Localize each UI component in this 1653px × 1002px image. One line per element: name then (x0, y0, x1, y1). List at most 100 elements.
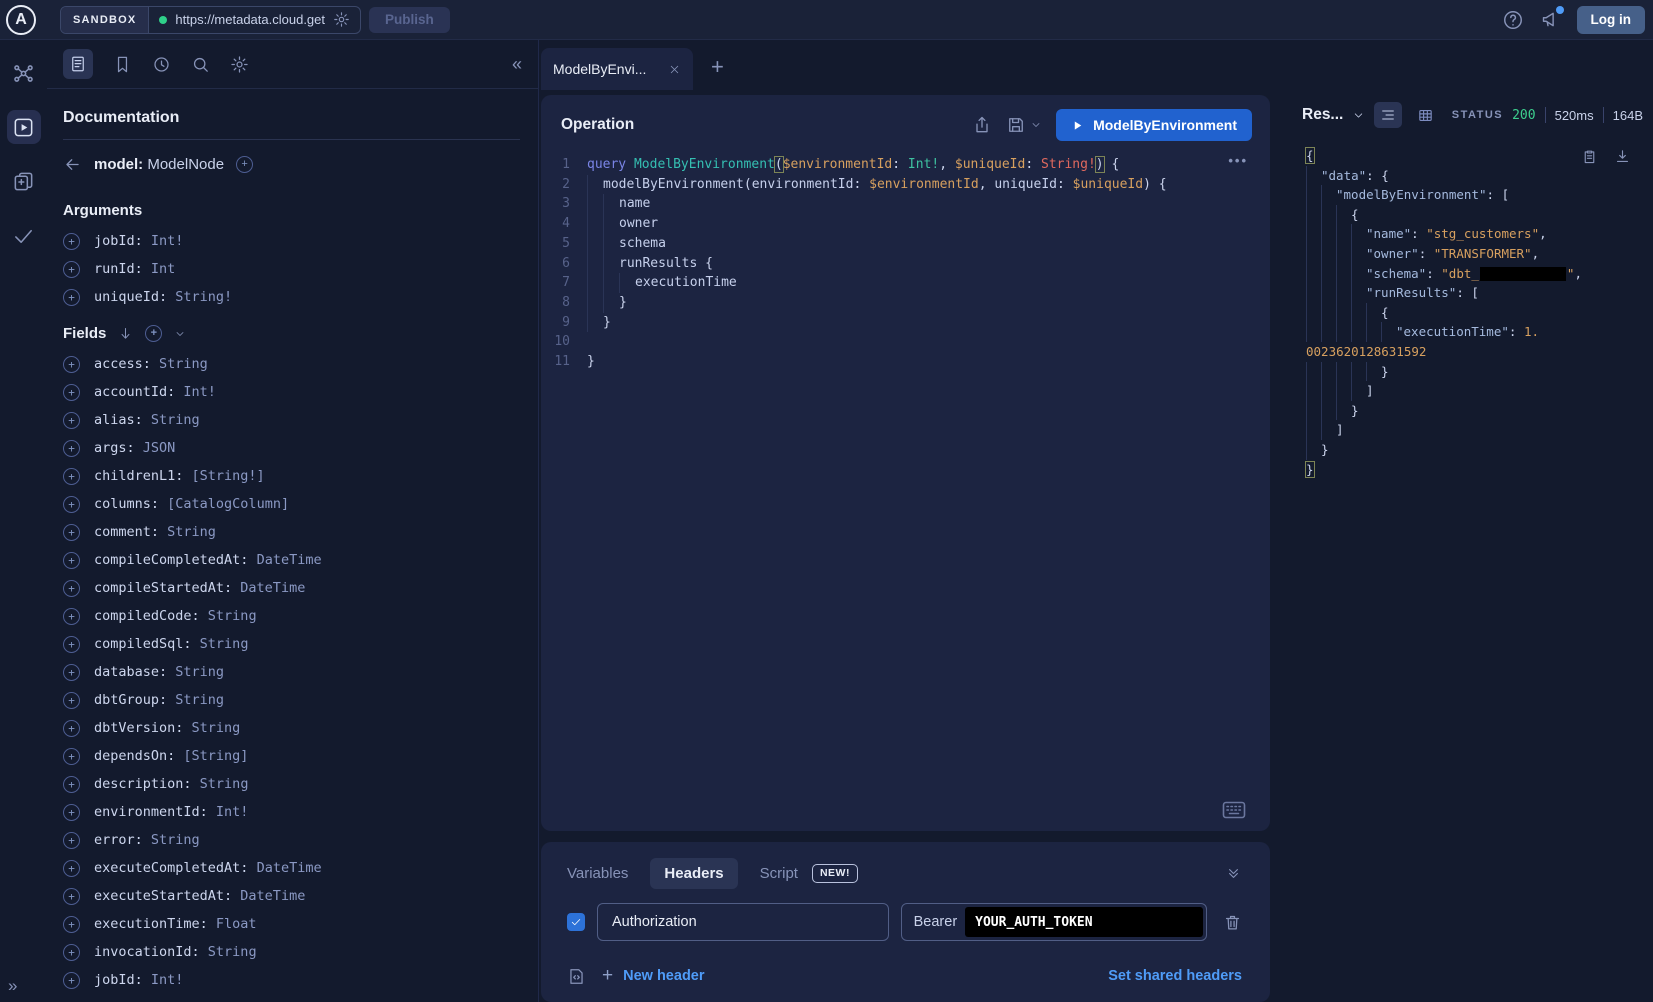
argument-row: + runId: Int (63, 255, 520, 283)
operation-editor[interactable]: 1query ModelByEnvironment($environmentId… (541, 147, 1270, 831)
settings-gear-icon[interactable] (230, 55, 249, 74)
add-to-query-button[interactable]: + (63, 692, 80, 709)
download-response-icon[interactable] (1614, 148, 1631, 165)
sort-fields-icon[interactable] (118, 326, 133, 341)
add-to-query-button[interactable]: + (63, 289, 80, 306)
divider (1603, 107, 1604, 123)
add-to-query-button[interactable]: + (63, 496, 80, 513)
new-header-label: New header (623, 968, 704, 984)
add-to-query-button[interactable]: + (63, 776, 80, 793)
apollo-logo[interactable]: A (6, 5, 36, 35)
keyboard-shortcuts-icon[interactable] (1222, 801, 1246, 819)
add-to-query-button[interactable]: + (63, 524, 80, 541)
add-to-query-button[interactable]: + (63, 748, 80, 765)
copy-response-icon[interactable] (1581, 148, 1598, 165)
operation-panel: Operation ModelByEnvironm (541, 95, 1270, 831)
bookmarks-icon[interactable] (113, 55, 132, 74)
argument-row-text: runId: Int (94, 261, 175, 277)
save-chevron-icon[interactable] (1030, 119, 1042, 131)
docs-breadcrumb: model: ModelNode + (63, 140, 520, 188)
add-to-query-button[interactable]: + (63, 888, 80, 905)
add-to-query-button[interactable]: + (63, 580, 80, 597)
code-line: "name": "stg_customers", (1306, 224, 1643, 244)
fields-options-chevron-icon[interactable] (174, 328, 186, 340)
response-title-dropdown[interactable]: Res... (1302, 106, 1365, 124)
header-name-input[interactable] (597, 903, 889, 941)
add-to-query-button[interactable]: + (63, 664, 80, 681)
add-all-fields-button[interactable]: + (145, 325, 162, 342)
add-to-query-button[interactable]: + (63, 608, 80, 625)
tab-variables[interactable]: Variables (567, 865, 628, 882)
documentation-tab-icon[interactable] (63, 49, 93, 79)
script-document-icon[interactable] (567, 967, 586, 986)
operation-options-menu-icon[interactable]: ••• (1228, 153, 1248, 168)
code-line: "schema": "dbt_", (1306, 264, 1643, 284)
add-to-query-button[interactable]: + (63, 832, 80, 849)
field-row-text: compileCompletedAt: DateTime (94, 552, 322, 568)
run-operation-button[interactable]: ModelByEnvironment (1056, 109, 1252, 141)
login-button[interactable]: Log in (1577, 6, 1646, 34)
new-tab-button[interactable]: + (711, 54, 724, 80)
code-line: 9} (541, 313, 1270, 333)
tab-headers[interactable]: Headers (650, 858, 737, 889)
response-json[interactable]: {"data": {"modelByEnvironment": [{"name"… (1306, 146, 1643, 479)
announcements-megaphone-icon[interactable] (1540, 9, 1561, 30)
publish-button[interactable]: Publish (369, 7, 450, 33)
code-line: 6runResults { (541, 254, 1270, 274)
add-to-query-button[interactable]: + (63, 552, 80, 569)
add-to-query-button[interactable]: + (63, 636, 80, 653)
explorer-icon[interactable] (7, 110, 41, 144)
set-shared-headers-button[interactable]: Set shared headers (1108, 968, 1242, 984)
field-row: +access: String (63, 350, 520, 378)
operation-tab[interactable]: ModelByEnvi... (541, 48, 693, 90)
topbar-right: Log in (1502, 6, 1653, 34)
code-line: 1query ModelByEnvironment($environmentId… (541, 155, 1270, 175)
table-view-icon[interactable] (1411, 102, 1439, 128)
add-model-field-button[interactable]: + (236, 156, 253, 173)
back-arrow-icon[interactable] (63, 155, 82, 174)
delete-header-trash-icon[interactable] (1223, 913, 1242, 932)
field-row: +comment: String (63, 518, 520, 546)
search-icon[interactable] (191, 55, 210, 74)
close-tab-icon[interactable] (668, 63, 681, 76)
arguments-title: Arguments (63, 202, 142, 219)
add-to-query-button[interactable]: + (63, 440, 80, 457)
schema-graph-icon[interactable] (7, 56, 41, 90)
field-row-text: accountId: Int! (94, 384, 216, 400)
expand-rail-icon[interactable]: » (8, 976, 17, 996)
field-row-text: invocationId: String (94, 944, 257, 960)
header-enabled-checkbox[interactable] (567, 913, 585, 931)
add-to-query-button[interactable]: + (63, 356, 80, 373)
add-to-query-button[interactable]: + (63, 233, 80, 250)
add-to-query-button[interactable]: + (63, 412, 80, 429)
new-header-button[interactable]: + New header (602, 965, 705, 987)
add-to-query-button[interactable]: + (63, 944, 80, 961)
collapse-bottom-panel-icon[interactable] (1225, 865, 1242, 882)
tab-script[interactable]: Script (760, 865, 798, 882)
save-icon[interactable] (1006, 115, 1026, 135)
add-to-query-button[interactable]: + (63, 468, 80, 485)
add-to-query-button[interactable]: + (63, 860, 80, 877)
endpoint-url[interactable]: https://metadata.cloud.get (175, 12, 325, 27)
add-to-query-button[interactable]: + (63, 261, 80, 278)
add-to-query-button[interactable]: + (63, 972, 80, 989)
add-to-query-button[interactable]: + (63, 804, 80, 821)
add-to-query-button[interactable]: + (63, 720, 80, 737)
save-operation-group[interactable] (1006, 115, 1042, 135)
collapse-docs-icon[interactable]: « (512, 54, 522, 75)
checks-icon[interactable] (7, 218, 41, 252)
operation-header: Operation ModelByEnvironm (541, 95, 1270, 147)
add-to-query-button[interactable]: + (63, 916, 80, 933)
share-operation-icon[interactable] (972, 115, 992, 135)
add-to-query-button[interactable]: + (63, 384, 80, 401)
history-icon[interactable] (152, 55, 171, 74)
header-value-field[interactable]: Bearer YOUR_AUTH_TOKEN (901, 903, 1207, 941)
field-row-text: dependsOn: [String] (94, 748, 248, 764)
field-row: +database: String (63, 658, 520, 686)
formatted-view-icon[interactable] (1374, 102, 1402, 128)
operation-collections-icon[interactable] (7, 164, 41, 198)
auth-token-redacted[interactable]: YOUR_AUTH_TOKEN (965, 907, 1203, 937)
help-icon[interactable] (1502, 9, 1524, 31)
endpoint-settings-gear-icon[interactable] (333, 11, 350, 28)
endpoint-url-group[interactable]: https://metadata.cloud.get (149, 7, 360, 33)
